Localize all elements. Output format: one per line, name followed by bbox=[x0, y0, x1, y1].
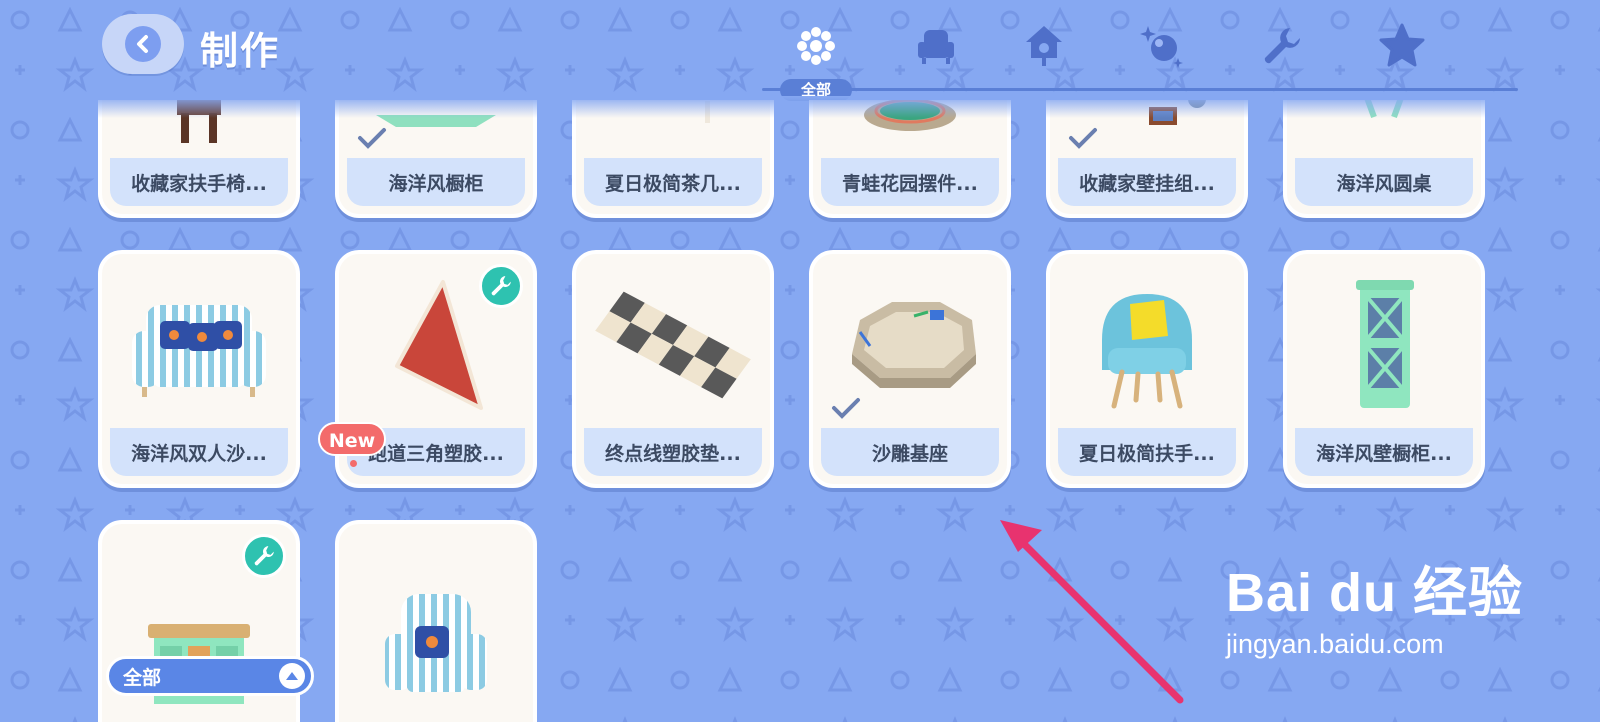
item-image bbox=[1058, 262, 1236, 428]
craftable-badge bbox=[242, 534, 286, 578]
sandbox-icon bbox=[852, 302, 976, 388]
new-dot bbox=[350, 460, 357, 467]
item-card[interactable]: 沙雕基座 bbox=[809, 250, 1011, 488]
item-image bbox=[584, 262, 762, 428]
armchair-icon bbox=[918, 30, 954, 64]
check-icon bbox=[832, 398, 860, 419]
item-image bbox=[1295, 262, 1473, 428]
item-label: 夏日极简茶几... bbox=[584, 158, 762, 206]
craftable-badge bbox=[479, 264, 523, 308]
item-card[interactable]: 海洋风壁橱柜... bbox=[1283, 250, 1485, 488]
item-card[interactable]: 海洋风双人沙... bbox=[98, 250, 300, 488]
top-fade bbox=[0, 96, 1600, 118]
tab-favorites[interactable] bbox=[1370, 14, 1434, 78]
blue-armchair-icon bbox=[1102, 294, 1192, 409]
filter-label: 全部 bbox=[123, 666, 162, 689]
category-filter-dropdown[interactable]: 全部 bbox=[106, 656, 314, 696]
striped-armchair-icon bbox=[385, 594, 487, 692]
tab-decor[interactable] bbox=[1130, 14, 1194, 78]
birdhouse-icon bbox=[1026, 26, 1062, 66]
baidu-watermark: Bai du 经验 jingyan.baidu.com bbox=[1226, 548, 1523, 660]
header-bar: 制作 全部 bbox=[0, 0, 1600, 101]
item-label: 海洋风橱柜 bbox=[347, 158, 525, 206]
item-card[interactable]: 终点线塑胶垫... bbox=[572, 250, 774, 488]
item-image bbox=[347, 532, 525, 722]
all-dots-icon bbox=[797, 27, 835, 65]
item-label: 终点线塑胶垫... bbox=[584, 428, 762, 476]
tab-outdoor[interactable] bbox=[1012, 14, 1076, 78]
item-label: 收藏家壁挂组... bbox=[1058, 158, 1236, 206]
item-label: 沙雕基座 bbox=[821, 428, 999, 476]
tab-furniture[interactable] bbox=[904, 14, 968, 78]
item-card[interactable] bbox=[335, 520, 537, 722]
item-card[interactable]: 夏日极简扶手... bbox=[1046, 250, 1248, 488]
tab-underline bbox=[762, 88, 1518, 91]
back-arrow-icon bbox=[125, 26, 161, 62]
checkered-mat-icon bbox=[595, 291, 751, 399]
wrench-icon bbox=[254, 546, 274, 566]
chevron-up-icon bbox=[279, 663, 305, 689]
item-label: 海洋风双人沙... bbox=[110, 428, 288, 476]
wrench-icon bbox=[1264, 28, 1300, 64]
check-icon bbox=[1069, 128, 1097, 149]
item-label: 海洋风圆桌 bbox=[1295, 158, 1473, 206]
star-icon bbox=[1379, 23, 1425, 67]
page-title: 制作 bbox=[200, 29, 281, 73]
watermark-url: jingyan.baidu.com bbox=[1226, 629, 1444, 659]
sparkle-ball-icon bbox=[1140, 26, 1183, 68]
item-image bbox=[110, 262, 288, 428]
green-cabinet-icon bbox=[1356, 280, 1414, 408]
watermark-logo: Bai du 经验 bbox=[1226, 563, 1524, 623]
item-label: 青蛙花园摆件... bbox=[821, 158, 999, 206]
check-icon bbox=[358, 128, 386, 149]
tab-all[interactable] bbox=[784, 14, 848, 78]
tab-tools[interactable] bbox=[1250, 14, 1314, 78]
back-button[interactable] bbox=[102, 14, 184, 74]
wrench-icon bbox=[491, 276, 511, 296]
item-label: 海洋风壁橱柜... bbox=[1295, 428, 1473, 476]
item-label: 夏日极简扶手... bbox=[1058, 428, 1236, 476]
item-label: 收藏家扶手椅... bbox=[110, 158, 288, 206]
new-badge: New bbox=[318, 422, 386, 456]
striped-sofa-icon bbox=[132, 305, 266, 397]
